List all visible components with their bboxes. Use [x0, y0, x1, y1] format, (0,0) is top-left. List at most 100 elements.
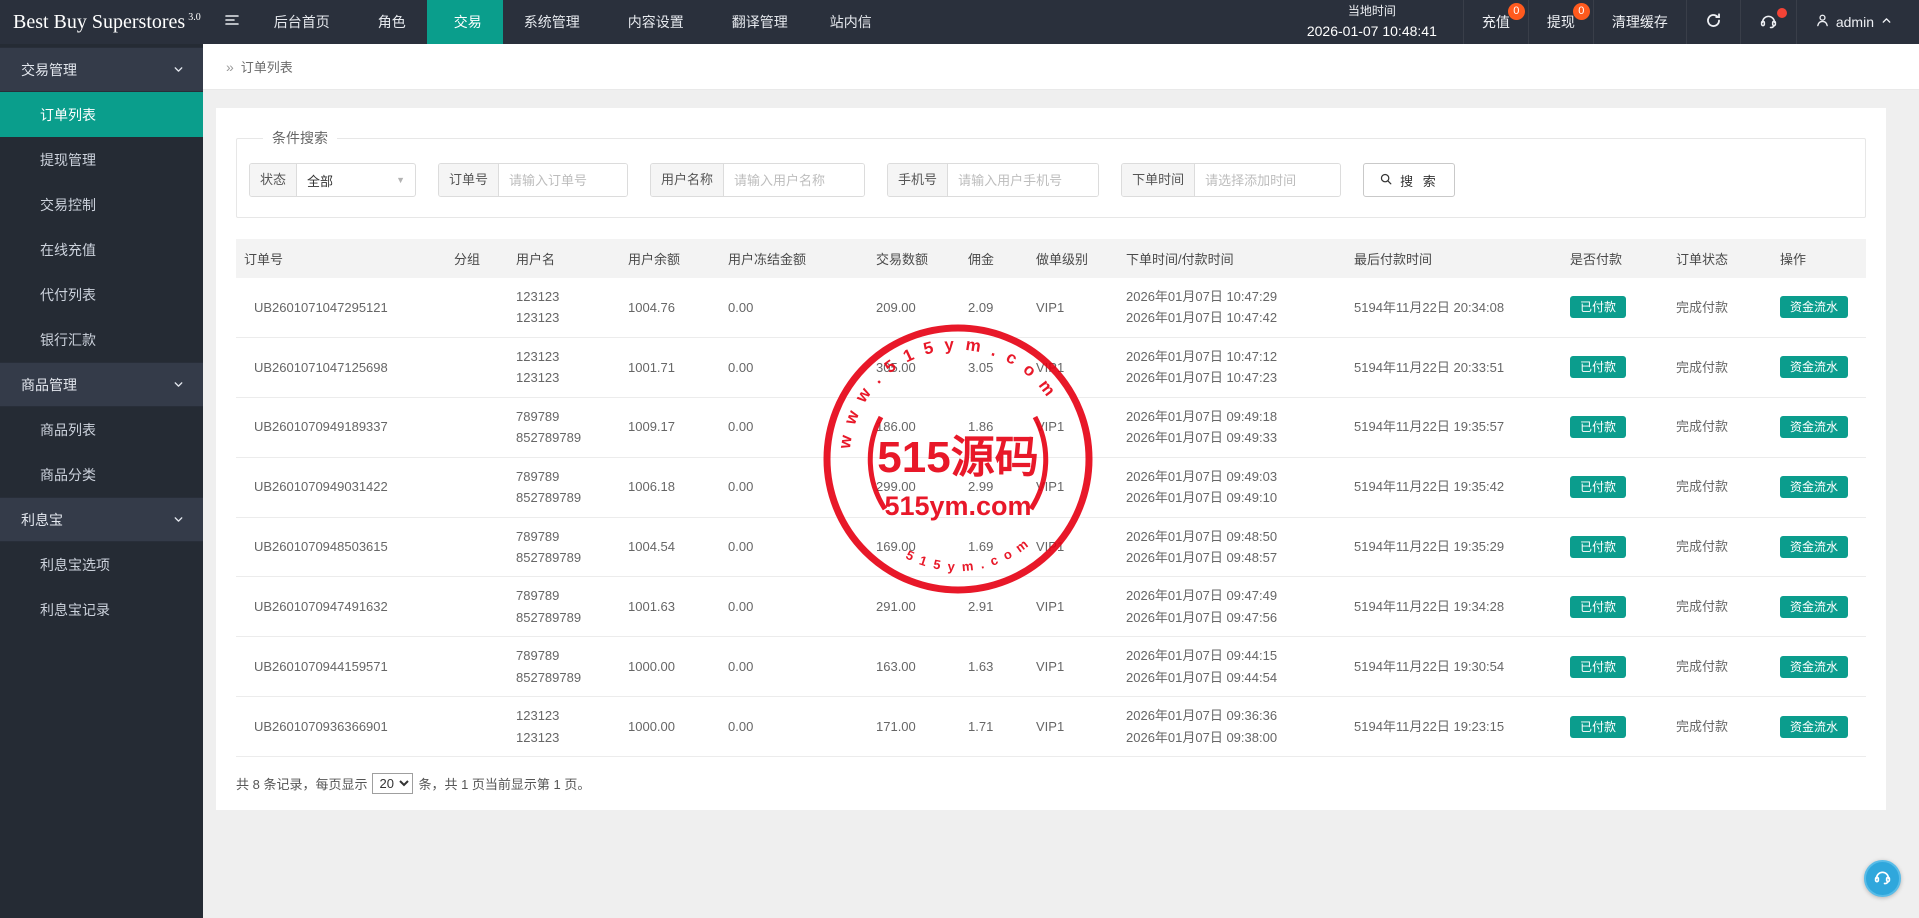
order-status-text: 完成付款 — [1676, 658, 1729, 674]
sidebar-item-lixibao-options[interactable]: 利息宝选项 — [0, 542, 203, 587]
refresh-button[interactable] — [1685, 0, 1740, 44]
frozen-amount-cell: 0.00 — [720, 337, 868, 398]
group-cell — [446, 696, 508, 757]
sidebar-item-online-recharge[interactable]: 在线充值 — [0, 227, 203, 272]
menu-trade[interactable]: 交易 — [426, 0, 503, 44]
sidebar-item-withdraw-management[interactable]: 提现管理 — [0, 137, 203, 182]
column-header-label: 订单号 — [244, 252, 284, 267]
action-cell: 资金流水 — [1772, 696, 1866, 757]
fund-flow-button[interactable]: 资金流水 — [1780, 416, 1849, 439]
order-pay-time-cell: 2026年01月07日 09:48:50 2026年01月07日 09:48:5… — [1118, 517, 1346, 578]
order-time: 2026年01月07日 09:44:15 — [1126, 648, 1278, 664]
sidebar-item-lixibao-records[interactable]: 利息宝记录 — [0, 587, 203, 632]
floating-support-button[interactable] — [1864, 860, 1901, 897]
search-button-label: 搜 索 — [1400, 173, 1439, 189]
fund-flow-button[interactable]: 资金流水 — [1780, 356, 1849, 379]
paid-badge: 已付款 — [1570, 416, 1627, 439]
hamburger-icon — [223, 12, 241, 33]
menu-dashboard[interactable]: 后台首页 — [253, 0, 351, 44]
commission-cell: 1.86 — [960, 397, 1028, 458]
order-status-text: 完成付款 — [1676, 539, 1729, 555]
balance-cell: 1000.00 — [620, 636, 720, 698]
fund-flow-button[interactable]: 资金流水 — [1780, 535, 1849, 558]
order-time-filter-group: 下单时间 — [1121, 163, 1342, 197]
chevron-up-icon — [1880, 14, 1893, 30]
sidebar-item-trade-control[interactable]: 交易控制 — [0, 182, 203, 227]
menu-roles[interactable]: 角色 — [351, 0, 427, 44]
username-input[interactable] — [724, 164, 865, 196]
recharge-button[interactable]: 充值 0 — [1462, 0, 1528, 44]
sidebar-entry-label: 在线充值 — [40, 241, 96, 258]
withdraw-button[interactable]: 提现 0 — [1527, 0, 1593, 44]
sidebar-section-trade-management[interactable]: 交易管理 — [0, 47, 203, 92]
sidebar-item-order-list[interactable]: 订单列表 — [0, 92, 203, 137]
pay-time: 2026年01月07日 09:48:57 — [1126, 549, 1278, 565]
fund-flow-button[interactable]: 资金流水 — [1780, 476, 1849, 499]
menu-translate[interactable]: 翻译管理 — [705, 0, 809, 44]
column-header-label: 用户名 — [516, 252, 556, 267]
sidebar-item-bank-transfer[interactable]: 银行汇款 — [0, 317, 203, 362]
last-pay-time-cell: 5194年11月22日 19:30:54 — [1346, 636, 1562, 698]
order-no-cell: UB2601070949031422 — [236, 457, 446, 518]
sidebar-item-product-list[interactable]: 商品列表 — [0, 407, 203, 452]
order-status-text: 完成付款 — [1676, 599, 1729, 615]
paid-status-cell: 已付款 — [1562, 517, 1668, 578]
fund-flow-button[interactable]: 资金流水 — [1780, 296, 1849, 319]
sidebar-item-payment-list[interactable]: 代付列表 — [0, 272, 203, 317]
column-header-label: 订单状态 — [1676, 252, 1729, 267]
sidebar-section-lixibao[interactable]: 利息宝 — [0, 497, 203, 542]
fund-flow-button[interactable]: 资金流水 — [1780, 715, 1849, 738]
paid-badge: 已付款 — [1570, 356, 1627, 379]
sidebar-toggle-button[interactable] — [211, 0, 253, 44]
table-row: UB2601071047295121 123123 123123 1004.76… — [236, 278, 1866, 338]
status-selected-value: 全部 — [307, 173, 334, 189]
clear-cache-button[interactable]: 清理缓存 — [1592, 0, 1686, 44]
order-time: 2026年01月07日 10:47:29 — [1126, 289, 1278, 304]
commission-cell: 3.05 — [960, 337, 1028, 398]
column-header: 用户冻结金额 — [720, 239, 868, 278]
column-header: 佣金 — [960, 239, 1028, 278]
trade-amount-cell: 291.00 — [868, 576, 960, 638]
admin-menu[interactable]: admin — [1795, 0, 1919, 44]
column-header-label: 佣金 — [968, 252, 995, 267]
action-cell: 资金流水 — [1772, 457, 1866, 518]
orders-table: 订单号 分组 用户名 用户余额 用户冻结金额 交易数额 佣金 做单级别 下单时间/付款时间 最后付… — [236, 239, 1866, 757]
pay-time: 2026年01月07日 09:38:00 — [1126, 729, 1278, 745]
order-status-cell: 完成付款 — [1668, 636, 1772, 698]
last-pay-time-cell: 5194年11月22日 19:35:29 — [1346, 517, 1562, 578]
fund-flow-button[interactable]: 资金流水 — [1780, 595, 1849, 618]
withdraw-label: 提现 — [1546, 14, 1575, 30]
balance-cell: 1001.63 — [620, 576, 720, 638]
menu-label: 系统管理 — [523, 14, 580, 30]
sidebar-section-product-management[interactable]: 商品管理 — [0, 362, 203, 407]
menu-content[interactable]: 内容设置 — [601, 0, 705, 44]
clear-cache-label: 清理缓存 — [1611, 14, 1668, 30]
order-time-input[interactable] — [1195, 164, 1341, 196]
status-select[interactable]: 全部 ▼ — [297, 164, 415, 196]
menu-messages[interactable]: 站内信 — [809, 0, 893, 44]
breadcrumb: » 订单列表 — [203, 44, 1919, 90]
phone-input[interactable] — [948, 164, 1099, 196]
support-button[interactable] — [1739, 0, 1796, 44]
paid-badge: 已付款 — [1570, 535, 1627, 558]
fund-flow-button[interactable]: 资金流水 — [1780, 655, 1849, 678]
frozen-amount-cell: 0.00 — [720, 457, 868, 518]
order-no-input[interactable] — [499, 164, 628, 196]
order-pay-time-cell: 2026年01月07日 09:36:36 2026年01月07日 09:38:0… — [1118, 696, 1346, 757]
username-line1: 789789 — [516, 648, 560, 664]
frozen-amount-cell: 0.00 — [720, 278, 868, 338]
column-header-label: 用户冻结金额 — [728, 252, 807, 267]
sidebar-item-product-category[interactable]: 商品分类 — [0, 452, 203, 497]
username-line1: 123123 — [516, 348, 560, 364]
paid-badge: 已付款 — [1570, 715, 1627, 738]
trade-amount-cell: 186.00 — [868, 397, 960, 458]
pay-time: 2026年01月07日 10:47:23 — [1126, 370, 1278, 386]
local-time-label: 当地时间 — [1347, 4, 1396, 19]
column-header-label: 最后付款时间 — [1354, 252, 1433, 267]
app-logo: Best Buy Superstores 3.0 — [0, 0, 211, 44]
search-button[interactable]: 搜 索 — [1363, 163, 1455, 197]
order-status-cell: 完成付款 — [1668, 517, 1772, 578]
menu-system[interactable]: 系统管理 — [503, 0, 601, 44]
page-size-select[interactable]: 20 — [372, 773, 414, 794]
